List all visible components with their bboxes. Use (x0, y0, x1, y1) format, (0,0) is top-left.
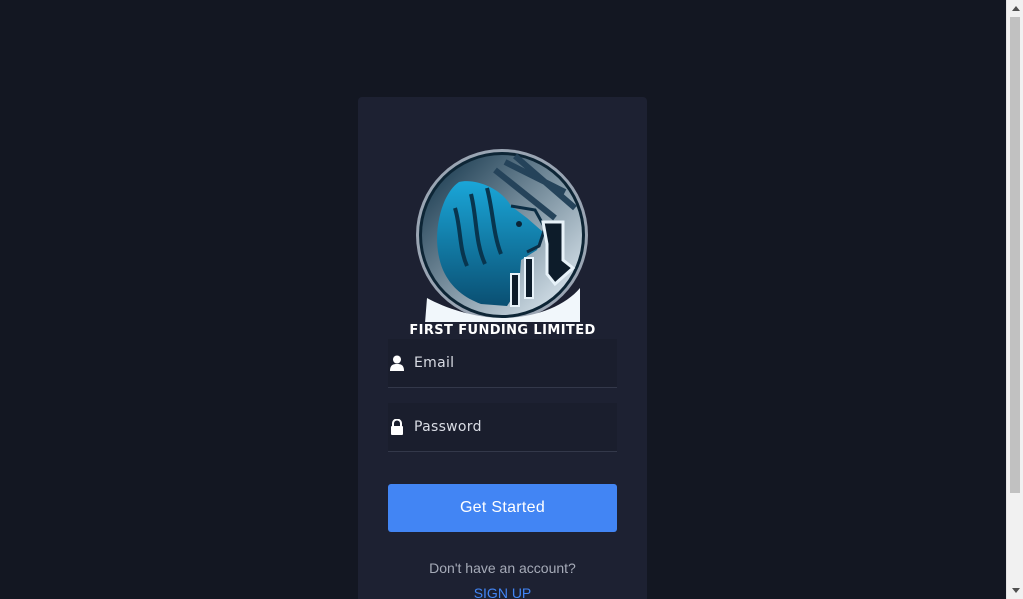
vertical-scrollbar[interactable] (1006, 0, 1023, 599)
scroll-thumb[interactable] (1010, 17, 1020, 493)
signup-prompt: Don't have an account? (429, 560, 576, 576)
password-field-wrapper (388, 403, 617, 452)
get-started-button[interactable]: Get Started (388, 484, 617, 532)
user-icon (390, 355, 404, 371)
login-card: FIRST FUNDING LIMITED Get Started Don't … (358, 97, 647, 599)
scroll-up-arrow[interactable] (1007, 0, 1023, 17)
triangle-up-icon (1011, 6, 1020, 11)
lion-logo-icon (416, 149, 588, 323)
lock-icon (390, 418, 404, 435)
password-input[interactable] (414, 403, 614, 451)
triangle-down-icon (1011, 588, 1020, 593)
page-viewport: FIRST FUNDING LIMITED Get Started Don't … (0, 0, 1006, 599)
brand-logo (415, 148, 589, 323)
email-field-wrapper (388, 339, 617, 388)
signup-link[interactable]: SIGN UP (358, 585, 647, 599)
scroll-down-arrow[interactable] (1007, 582, 1023, 599)
email-input[interactable] (414, 339, 614, 387)
brand-name: FIRST FUNDING LIMITED (409, 323, 596, 338)
